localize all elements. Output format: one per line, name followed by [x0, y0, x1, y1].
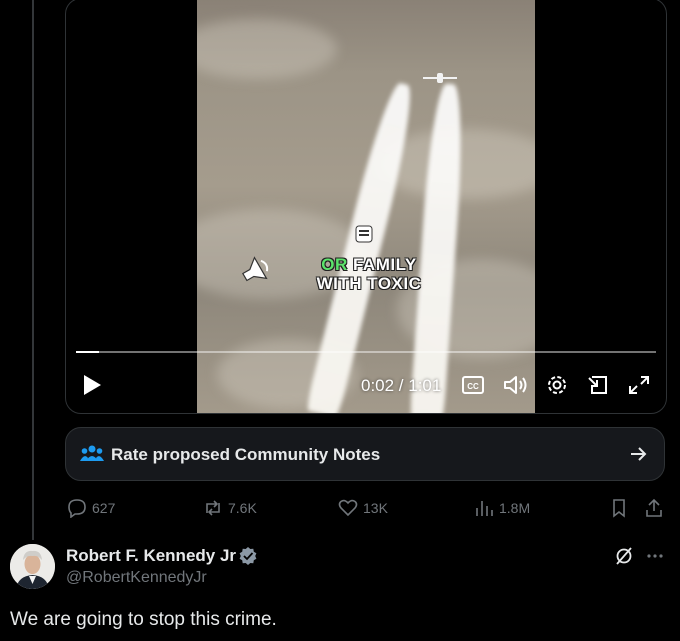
- views-button[interactable]: 1.8M: [474, 497, 530, 519]
- author-handle[interactable]: @RobertKennedyJr: [66, 569, 207, 587]
- bookmark-button[interactable]: [609, 497, 634, 519]
- views-count: 1.8M: [499, 500, 531, 516]
- grok-icon[interactable]: [614, 546, 634, 566]
- progress-bar[interactable]: [76, 351, 656, 353]
- contrail-right: [409, 82, 467, 413]
- airplane-icon: [423, 73, 457, 83]
- repost-count: 7.6K: [228, 500, 257, 516]
- thread-connector-line: [32, 0, 34, 540]
- more-options-icon[interactable]: [645, 546, 665, 566]
- video-caption: OR FAMILY WITH TOXIC: [305, 255, 433, 293]
- pip-icon[interactable]: [586, 373, 612, 397]
- author-photo: [10, 544, 55, 589]
- svg-text:CC: CC: [467, 382, 479, 391]
- share-icon: [646, 498, 662, 517]
- like-count: 13K: [363, 500, 388, 516]
- video-player[interactable]: OR FAMILY WITH TOXIC 0:02 / 1:01 CC: [65, 0, 667, 414]
- captions-icon[interactable]: CC: [460, 373, 486, 397]
- avatar[interactable]: [10, 544, 55, 589]
- reply-count: 627: [92, 500, 116, 516]
- repost-button[interactable]: 7.6K: [203, 497, 257, 519]
- share-button[interactable]: [644, 497, 669, 519]
- like-button[interactable]: 13K: [338, 497, 388, 519]
- verified-badge-icon: [239, 547, 257, 565]
- progress-fill: [76, 351, 100, 353]
- reply-icon: [68, 499, 86, 518]
- time-display: 0:02 / 1:01: [361, 376, 442, 395]
- arrow-right-icon: [631, 447, 647, 461]
- reply-button[interactable]: 627: [67, 497, 115, 519]
- community-notes-label: Rate proposed Community Notes: [111, 445, 381, 464]
- fullscreen-icon[interactable]: [626, 373, 652, 397]
- heart-icon: [338, 499, 358, 517]
- author-name[interactable]: Robert F. Kennedy Jr: [66, 546, 236, 566]
- cloud: [197, 19, 337, 79]
- repost-icon: [206, 500, 220, 516]
- caption-line2: WITH TOXIC: [316, 274, 422, 293]
- people-icon: [80, 445, 104, 461]
- sound-on-icon: [242, 256, 269, 282]
- caption-highlight: OR: [321, 255, 348, 274]
- post-text: We are going to stop this crime.: [10, 609, 277, 630]
- community-notes-bar[interactable]: Rate proposed Community Notes: [65, 427, 665, 481]
- bookmark-icon: [613, 499, 625, 518]
- views-chart-icon: [476, 501, 493, 516]
- subscribe-icon: [355, 225, 373, 243]
- settings-icon[interactable]: [544, 373, 570, 397]
- play-icon[interactable]: [81, 373, 103, 397]
- volume-icon[interactable]: [502, 373, 528, 397]
- caption-line1: FAMILY: [347, 255, 417, 274]
